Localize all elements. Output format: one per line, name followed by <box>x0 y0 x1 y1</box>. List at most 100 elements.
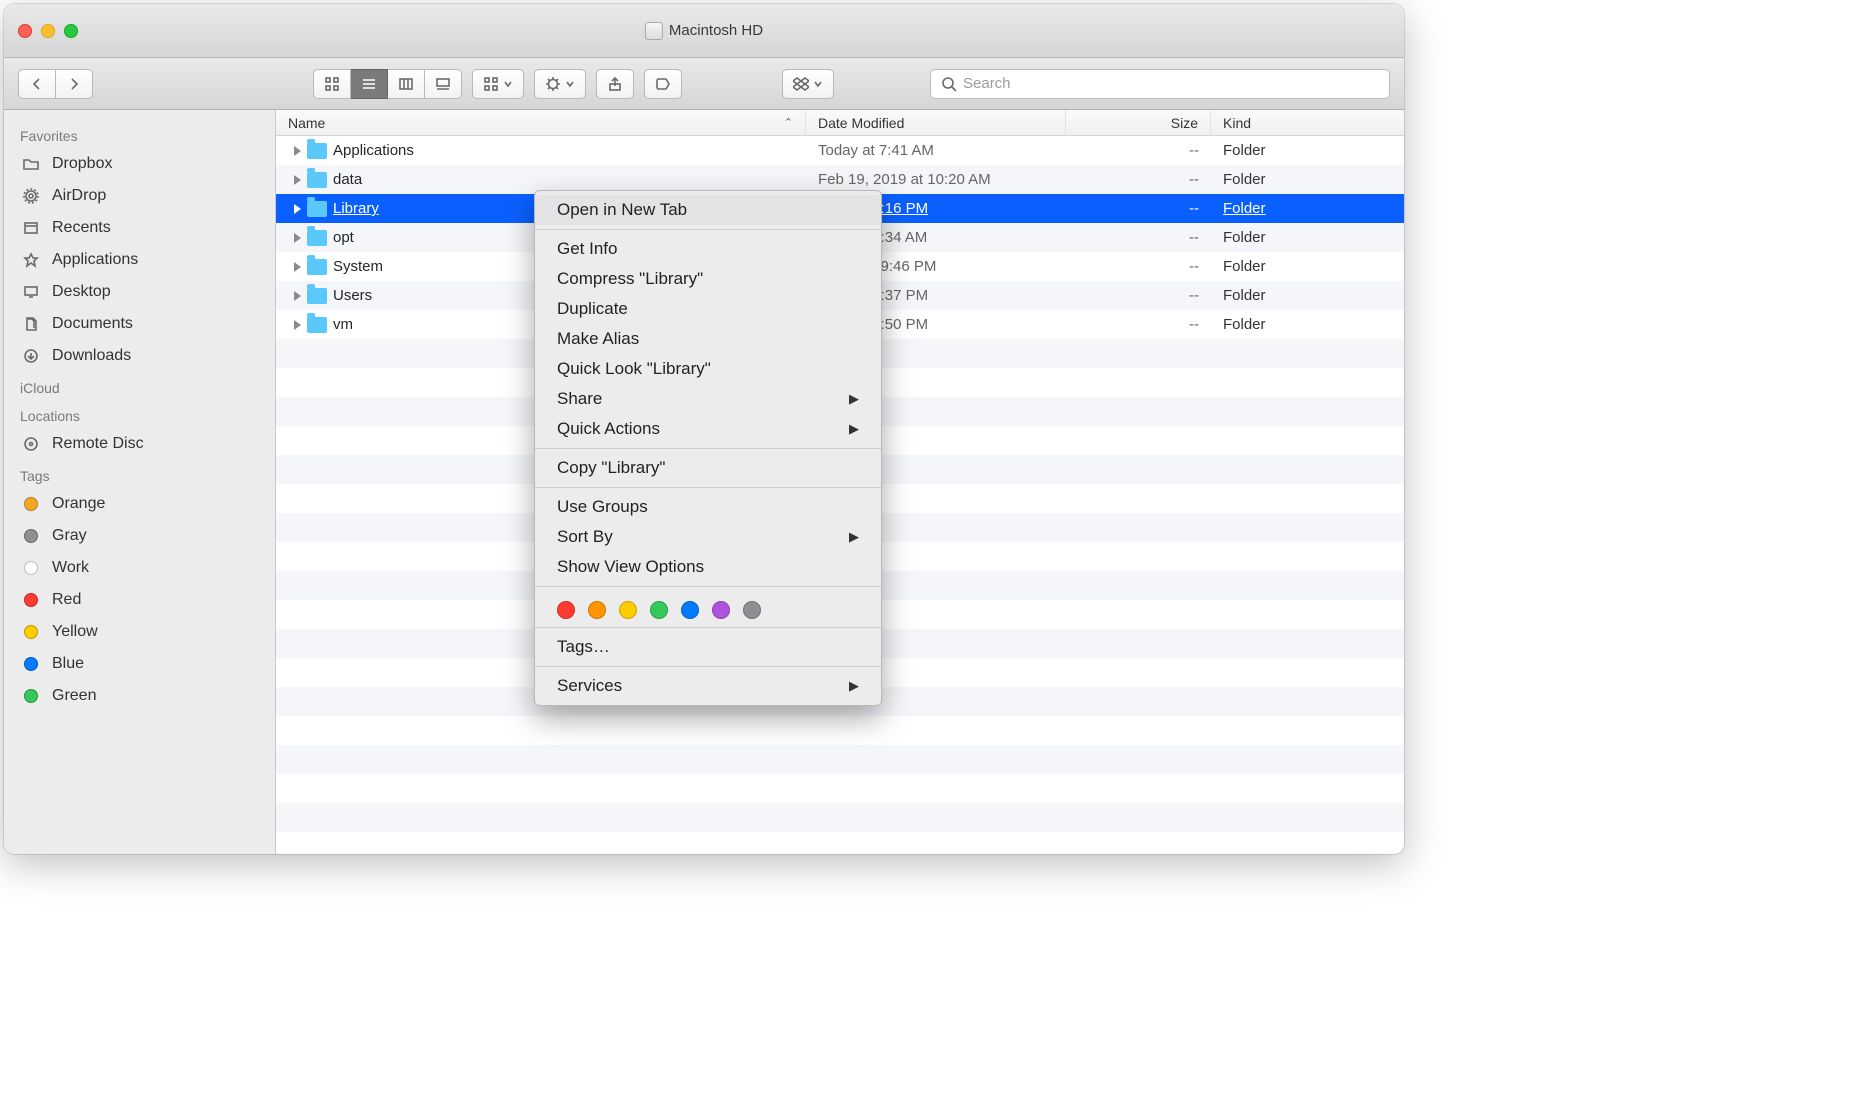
disclosure-triangle-icon[interactable] <box>294 204 301 214</box>
finder-window: Macintosh HD <box>4 4 1404 854</box>
search-field[interactable] <box>930 69 1390 99</box>
tag-color-button[interactable] <box>557 601 575 619</box>
tag-color-button[interactable] <box>681 601 699 619</box>
column-size[interactable]: Size <box>1066 110 1211 135</box>
folder-icon <box>307 317 327 333</box>
sidebar-item[interactable]: Dropbox <box>4 148 275 180</box>
file-name: vm <box>333 316 353 333</box>
close-window-button[interactable] <box>18 24 32 38</box>
table-row[interactable]: ApplicationsToday at 7:41 AM--Folder <box>276 136 1404 165</box>
sidebar-item-label: Remote Disc <box>52 435 144 453</box>
menu-item-label: Make Alias <box>557 329 639 349</box>
menu-item[interactable]: Use Groups <box>535 492 881 522</box>
submenu-arrow-icon: ▶ <box>849 391 859 407</box>
sidebar-item-label: Gray <box>52 527 87 545</box>
sidebar-item[interactable]: Desktop <box>4 276 275 308</box>
sidebar-item[interactable]: Remote Disc <box>4 428 275 460</box>
column-date[interactable]: Date Modified <box>806 110 1066 135</box>
sidebar-section-header: Locations <box>4 400 275 428</box>
sort-asc-icon: ⌃ <box>784 116 793 129</box>
file-name: System <box>333 258 383 275</box>
gallery-view-button[interactable] <box>425 69 462 99</box>
sidebar-item[interactable]: Gray <box>4 520 275 552</box>
tag-color-button[interactable] <box>588 601 606 619</box>
menu-item[interactable]: Sort By▶ <box>535 522 881 552</box>
sidebar-item[interactable]: Work <box>4 552 275 584</box>
sidebar-item[interactable]: Blue <box>4 648 275 680</box>
file-size: -- <box>1066 287 1211 304</box>
back-button[interactable] <box>18 69 56 99</box>
tag-dot-icon <box>20 590 42 610</box>
menu-item[interactable]: Copy "Library" <box>535 453 881 483</box>
sidebar-item-label: Work <box>52 559 89 577</box>
titlebar: Macintosh HD <box>4 4 1404 58</box>
menu-item[interactable]: Make Alias <box>535 324 881 354</box>
menu-item[interactable]: Quick Actions▶ <box>535 414 881 444</box>
sidebar-item-label: Red <box>52 591 81 609</box>
tags-button[interactable] <box>644 69 682 99</box>
sidebar-item[interactable]: Green <box>4 680 275 712</box>
file-kind: Folder <box>1211 316 1404 333</box>
menu-item[interactable]: Get Info <box>535 234 881 264</box>
folder-icon <box>307 201 327 217</box>
sidebar-item[interactable]: Red <box>4 584 275 616</box>
disclosure-triangle-icon[interactable] <box>294 320 301 330</box>
tag-color-button[interactable] <box>743 601 761 619</box>
menu-item-label: Copy "Library" <box>557 458 665 478</box>
sidebar-item-label: Green <box>52 687 96 705</box>
tag-color-button[interactable] <box>619 601 637 619</box>
file-name: Users <box>333 287 372 304</box>
menu-item[interactable]: Open in New Tab <box>535 195 881 225</box>
file-kind: Folder <box>1211 142 1404 159</box>
file-kind: Folder <box>1211 287 1404 304</box>
sidebar-item[interactable]: Recents <box>4 212 275 244</box>
disclosure-triangle-icon[interactable] <box>294 291 301 301</box>
disclosure-triangle-icon[interactable] <box>294 262 301 272</box>
menu-item-label: Get Info <box>557 239 617 259</box>
folder-icon <box>307 288 327 304</box>
tag-color-button[interactable] <box>712 601 730 619</box>
tag-color-button[interactable] <box>650 601 668 619</box>
sidebar-item[interactable]: Documents <box>4 308 275 340</box>
empty-row <box>276 745 1404 774</box>
sidebar-item[interactable]: Downloads <box>4 340 275 372</box>
forward-button[interactable] <box>56 69 93 99</box>
search-input[interactable] <box>963 75 1379 92</box>
menu-item[interactable]: Compress "Library" <box>535 264 881 294</box>
sidebar-item[interactable]: Yellow <box>4 616 275 648</box>
menu-item[interactable]: Duplicate <box>535 294 881 324</box>
disclosure-triangle-icon[interactable] <box>294 175 301 185</box>
action-button[interactable] <box>534 69 586 99</box>
list-view-button[interactable] <box>351 69 388 99</box>
zoom-window-button[interactable] <box>64 24 78 38</box>
sidebar-item[interactable]: Orange <box>4 488 275 520</box>
folder-icon <box>20 154 42 174</box>
submenu-arrow-icon: ▶ <box>849 678 859 694</box>
sidebar-item-label: Downloads <box>52 347 131 365</box>
share-button[interactable] <box>596 69 634 99</box>
icon-view-button[interactable] <box>313 69 351 99</box>
submenu-arrow-icon: ▶ <box>849 529 859 545</box>
window-controls <box>18 24 78 38</box>
menu-item[interactable]: Share▶ <box>535 384 881 414</box>
sidebar-item[interactable]: Applications <box>4 244 275 276</box>
column-kind[interactable]: Kind <box>1211 110 1404 135</box>
sidebar-item[interactable]: AirDrop <box>4 180 275 212</box>
search-icon <box>941 76 957 92</box>
menu-item[interactable]: Services▶ <box>535 671 881 701</box>
menu-item[interactable]: Quick Look "Library" <box>535 354 881 384</box>
menu-item[interactable]: Show View Options <box>535 552 881 582</box>
menu-separator <box>535 229 881 230</box>
column-name[interactable]: Name ⌃ <box>276 110 806 135</box>
file-kind: Folder <box>1211 229 1404 246</box>
dropbox-button[interactable] <box>782 69 834 99</box>
disclosure-triangle-icon[interactable] <box>294 233 301 243</box>
arrange-button[interactable] <box>472 69 524 99</box>
sidebar-item-label: Blue <box>52 655 84 673</box>
minimize-window-button[interactable] <box>41 24 55 38</box>
column-view-button[interactable] <box>388 69 425 99</box>
menu-item[interactable]: Tags… <box>535 632 881 662</box>
file-name: Applications <box>333 142 414 159</box>
tag-dot-icon <box>20 494 42 514</box>
disclosure-triangle-icon[interactable] <box>294 146 301 156</box>
